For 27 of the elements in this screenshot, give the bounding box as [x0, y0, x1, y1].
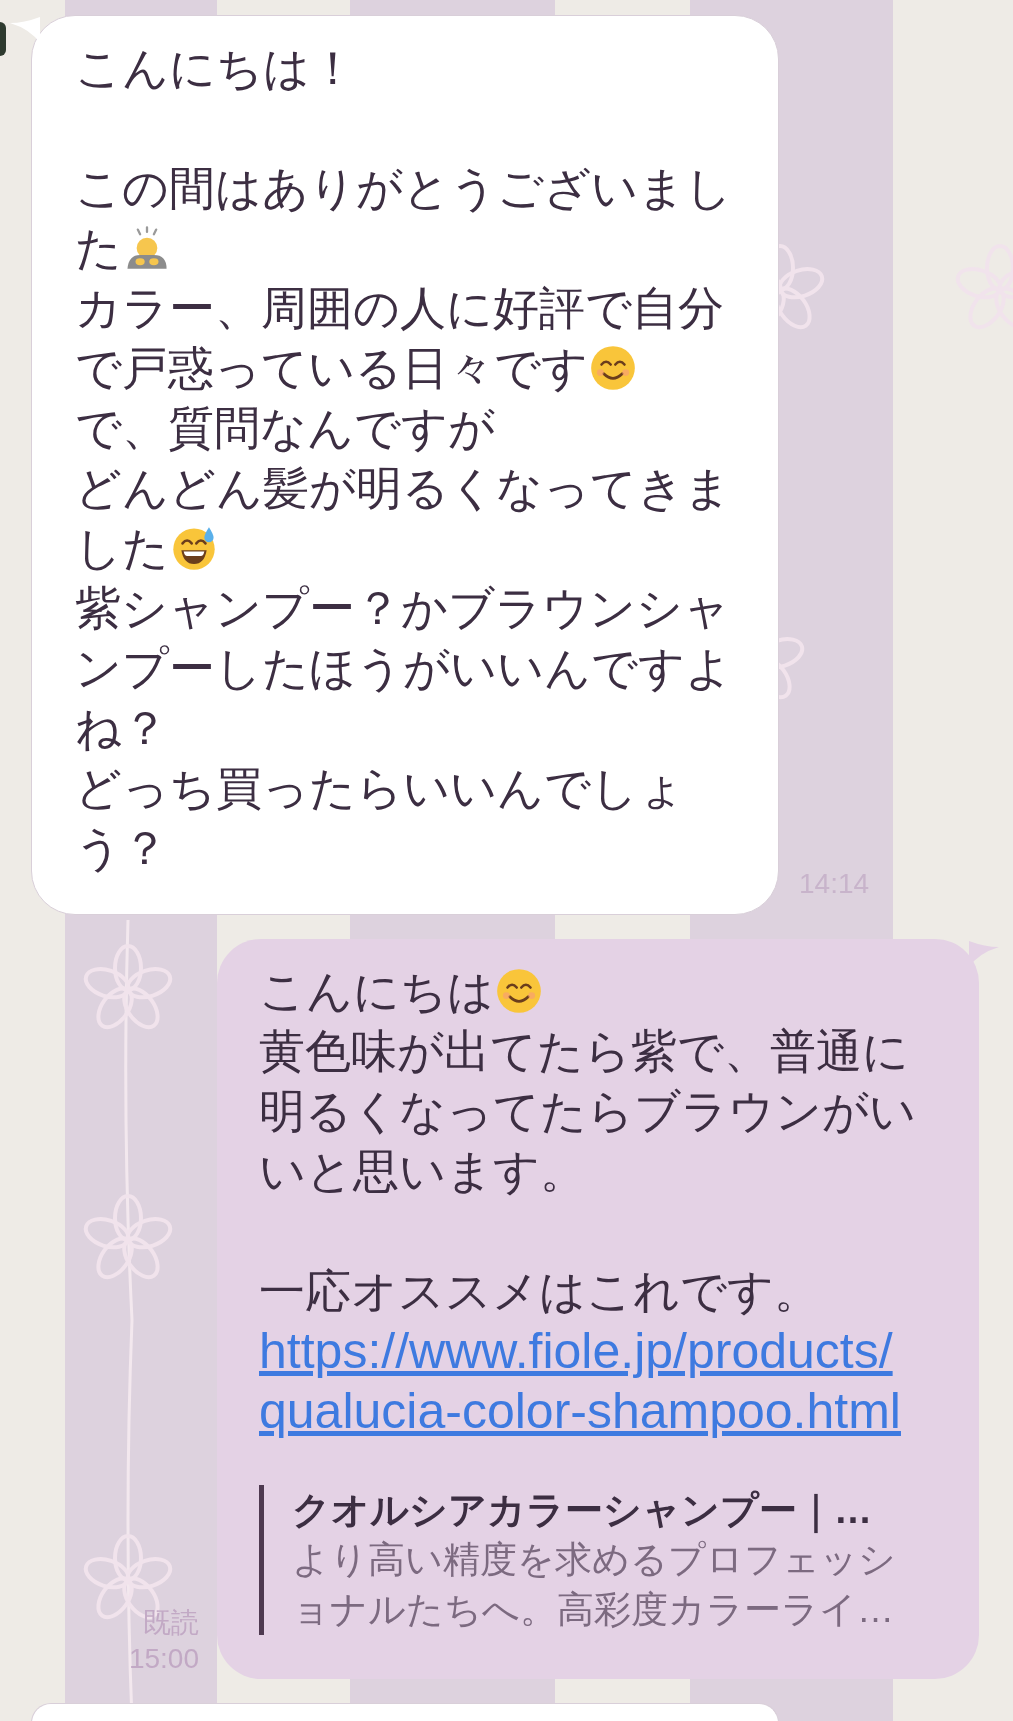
message-text: 紫シャンプー？かブラウンシャ	[75, 580, 730, 636]
message-text: ね？	[75, 700, 168, 756]
smiling-face-icon	[590, 345, 636, 391]
avatar	[0, 22, 6, 56]
message-text: こんにちは！	[75, 40, 356, 96]
message-text: 黄色味が出てたら紫で、普通に	[259, 1023, 909, 1079]
preview-title: クオルシアカラーシャンプー｜…	[292, 1488, 873, 1535]
preview-description: ョナルたちへ。高彩度カラーライ…	[292, 1588, 895, 1632]
message-text: いと思います。	[259, 1143, 586, 1199]
message-text: こんにちは	[259, 963, 494, 1019]
message-text: この間はありがとうございまし	[75, 160, 732, 216]
grinning-sweat-icon	[171, 525, 217, 571]
message-text: で戸惑っている日々です	[75, 340, 588, 396]
smiling-face-icon	[496, 968, 542, 1014]
link-preview[interactable]: クオルシアカラーシャンプー｜… より高い精度を求めるプロフェッシ ョナルたちへ。高彩度カラーライ…	[259, 1485, 949, 1635]
message-text: した	[75, 520, 169, 576]
message-text: 一応オススメはこれです。	[259, 1263, 820, 1319]
bowing-person-icon	[124, 225, 170, 271]
message-text: 明るくなってたらブラウンがい	[259, 1083, 916, 1139]
message-text: で、質問なんですが	[75, 400, 495, 456]
message-text: う？	[75, 820, 168, 876]
message-text: どんどん髪が明るくなってきま	[75, 460, 731, 516]
message-text: どっち買ったらいいんでしょ	[75, 760, 685, 816]
preview-description: より高い精度を求めるプロフェッシ	[292, 1538, 897, 1582]
message-text: た	[75, 220, 122, 276]
message-text: ンプーしたほうがいいんですよ	[75, 640, 732, 696]
message-text: カラー、周囲の人に好評で自分	[75, 280, 724, 336]
